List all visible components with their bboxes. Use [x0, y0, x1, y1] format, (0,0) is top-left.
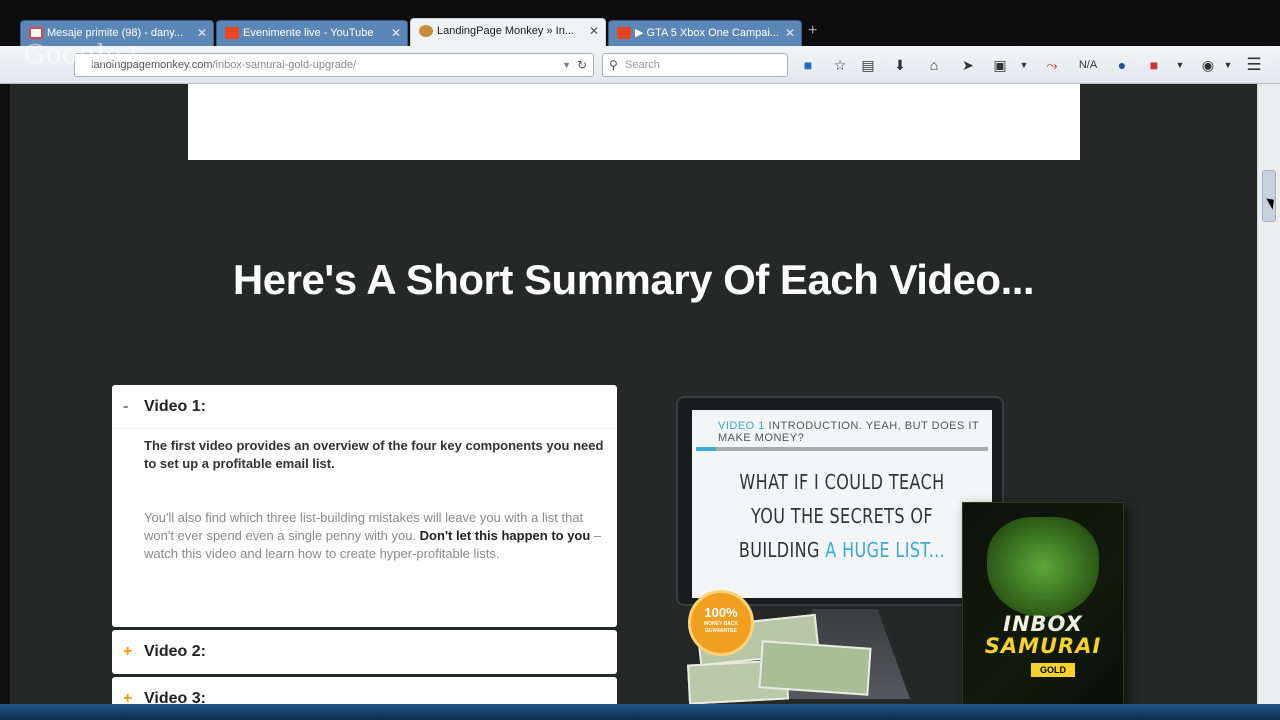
rank-readout[interactable]: N/A — [1074, 55, 1102, 75]
accordion-title: Video 1: — [144, 398, 206, 415]
taskbar-strip — [0, 704, 1280, 720]
accordion-title: Video 2: — [144, 643, 206, 660]
guarantee-badge: 100% MONEY BACK GUARANTEE — [688, 590, 754, 656]
clipboard-icon[interactable]: ▤ — [858, 55, 878, 75]
top-content-box — [188, 84, 1080, 160]
gmail-icon — [29, 27, 43, 39]
accordion-item-video-1: - Video 1: The first video provides an o… — [112, 385, 617, 627]
tab-label: ▶ GTA 5 Xbox One Campai... — [635, 27, 779, 39]
collapse-icon: - — [123, 398, 129, 415]
accordion-item-video-3: + Video 3: — [112, 677, 617, 704]
tab-label: Evenimente live - YouTube — [243, 27, 374, 39]
product-box-image: INBOX SAMURAI GOLD — [962, 502, 1124, 704]
url-bar[interactable]: lanoingpagemonkey.com/inbox-samurai-gold… — [74, 53, 594, 77]
star-icon[interactable]: ☆ — [830, 55, 850, 75]
menu-icon[interactable]: ☰ — [1244, 55, 1264, 75]
tab-youtube-live[interactable]: Evenimente live - YouTube ✕ — [216, 20, 408, 46]
send-icon[interactable]: ➤ — [958, 55, 978, 75]
screen-video-label: VIDEO 1 — [718, 420, 765, 432]
tab-landingpage-monkey[interactable]: LandingPage Monkey » In... ✕ — [410, 18, 606, 46]
badge-percent: 100% — [704, 605, 738, 620]
chart-icon[interactable]: ⤳ — [1042, 55, 1062, 75]
search-placeholder: Search — [625, 59, 660, 71]
samurai-mask-icon — [987, 517, 1099, 617]
screen-line-3: BUILDING A HUGE LIST... — [722, 538, 962, 562]
monkey-icon — [419, 25, 433, 37]
monitor-screen: VIDEO 1 INTRODUCTION. YEAH, BUT DOES IT … — [692, 410, 992, 598]
product-monitor-image: VIDEO 1 INTRODUCTION. YEAH, BUT DOES IT … — [676, 396, 1004, 606]
extension-icon[interactable]: ▣ — [990, 55, 1010, 75]
chevron-down-icon[interactable]: ▼ — [1170, 55, 1190, 75]
close-icon[interactable]: ✕ — [391, 21, 401, 45]
watermark-logo: Google+ — [24, 40, 146, 70]
close-icon[interactable]: ✕ — [589, 19, 599, 43]
screen-line-1: WHAT IF I COULD TEACH — [739, 470, 945, 494]
video-summary: The first video provides an overview of … — [144, 438, 604, 471]
reload-icon[interactable]: ↻ — [577, 54, 587, 76]
tab-gta5[interactable]: ▶ GTA 5 Xbox One Campai... ✕ — [608, 20, 802, 46]
profile-icon[interactable]: ◉ — [1198, 55, 1218, 75]
youtube-icon — [617, 27, 631, 39]
gold-label: GOLD — [1031, 663, 1075, 677]
expand-icon: + — [123, 643, 133, 660]
screen-line-2: YOU THE SECRETS OF — [751, 504, 933, 528]
home-icon[interactable]: ⌂ — [924, 55, 944, 75]
search-input[interactable]: ⚲ Search — [602, 53, 788, 77]
expand-icon: + — [123, 690, 133, 704]
globe-icon[interactable]: ● — [1112, 55, 1132, 75]
page-heading: Here's A Short Summary Of Each Video... — [232, 256, 1035, 303]
pocket-icon[interactable]: ■ — [798, 55, 818, 75]
vertical-scrollbar[interactable] — [1257, 84, 1280, 704]
new-tab-button[interactable]: + — [808, 22, 817, 40]
tab-label: LandingPage Monkey » In... — [437, 25, 574, 37]
screen-line-3-highlight: A HUGE LIST... — [825, 538, 946, 562]
screen-title: VIDEO 1 INTRODUCTION. YEAH, BUT DOES IT … — [692, 420, 992, 444]
accordion-header[interactable]: + Video 3: — [112, 677, 617, 704]
video-detail: You'll also find which three list-buildi… — [144, 509, 614, 563]
accordion-header[interactable]: - Video 1: — [112, 385, 617, 429]
chevron-down-icon[interactable]: ▼ — [1218, 55, 1238, 75]
tab-strip: Mesaje primite (98) - dany... ✕ Evenimen… — [0, 0, 1280, 46]
search-icon: ⚲ — [609, 58, 618, 72]
youtube-icon — [225, 27, 239, 39]
chevron-down-icon[interactable]: ▼ — [1014, 55, 1034, 75]
detail-emphasis: Don't let this happen to you — [419, 528, 591, 543]
screen-line-3-text: BUILDING — [738, 538, 820, 562]
accordion-item-video-2: + Video 2: — [112, 630, 617, 674]
navigation-bar: lanoingpagemonkey.com/inbox-samurai-gold… — [0, 46, 1280, 84]
box-title-line-2: SAMURAI — [984, 634, 1102, 658]
cash-stack-image — [758, 640, 872, 696]
accordion-header[interactable]: + Video 2: — [112, 630, 617, 674]
addon-icon[interactable]: ■ — [1144, 55, 1164, 75]
badge-caption: MONEY BACK GUARANTEE — [703, 621, 739, 634]
screen-progress-bar — [696, 447, 988, 451]
close-icon[interactable]: ✕ — [197, 21, 207, 45]
tab-label: Mesaje primite (98) - dany... — [47, 27, 184, 39]
url-path: /inbox-samurai-gold-upgrade/ — [212, 59, 357, 71]
download-icon[interactable]: ⬇ — [890, 55, 910, 75]
accordion-title: Video 3: — [144, 690, 206, 704]
product-box-title: INBOX SAMURAI — [963, 613, 1123, 657]
page-viewport: Here's A Short Summary Of Each Video... … — [10, 84, 1257, 704]
box-title-line-1: INBOX — [1003, 612, 1083, 636]
dropdown-icon[interactable]: ▼ — [562, 54, 571, 76]
browser-window: Mesaje primite (98) - dany... ✕ Evenimen… — [0, 0, 1280, 720]
close-icon[interactable]: ✕ — [785, 21, 795, 45]
